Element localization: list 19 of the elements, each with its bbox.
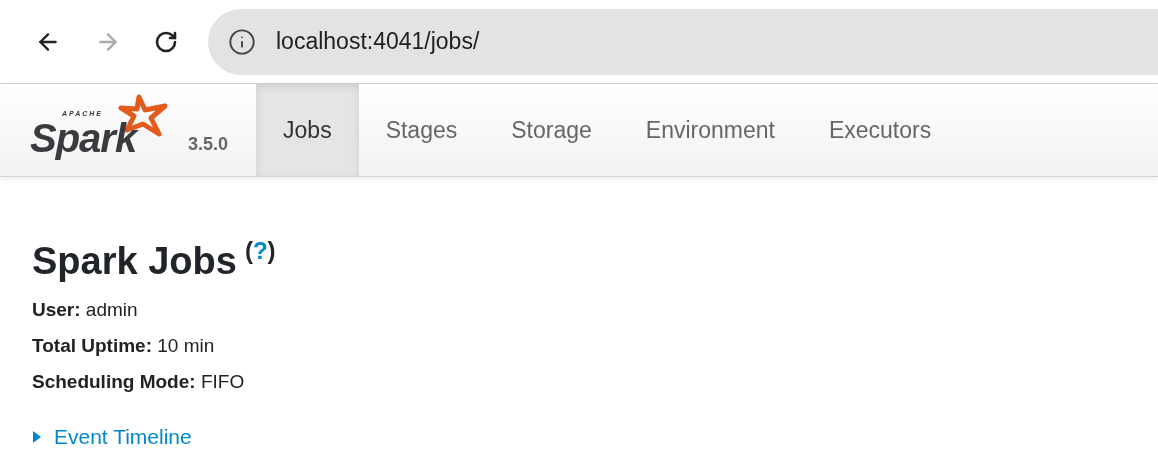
address-bar[interactable]: localhost:4041/jobs/ xyxy=(208,8,1158,75)
nav-tab[interactable]: Storage xyxy=(484,84,619,176)
nav-tab[interactable]: Environment xyxy=(618,84,802,176)
page-title: Spark Jobs xyxy=(32,239,237,284)
nav-tab[interactable]: Jobs xyxy=(256,84,359,176)
event-timeline-toggle[interactable]: Event Timeline xyxy=(32,421,192,453)
help-paren: ) xyxy=(267,237,276,265)
nav-tab[interactable]: Executors xyxy=(801,84,959,176)
help-link[interactable]: ? xyxy=(252,237,268,265)
info-line: User: admin xyxy=(32,298,139,322)
help-paren: ( xyxy=(244,237,253,265)
reload-icon xyxy=(154,29,178,54)
version-label: 3.5.0 xyxy=(188,133,229,156)
url-text: localhost:4041/jobs/ xyxy=(276,27,480,57)
info-line: Total Uptime: 10 min xyxy=(32,334,216,358)
info-icon[interactable] xyxy=(228,27,256,56)
caret-icon xyxy=(32,430,42,443)
nav-tab[interactable]: Stages xyxy=(358,84,485,176)
info-line: Scheduling Mode: FIFO xyxy=(32,370,246,394)
